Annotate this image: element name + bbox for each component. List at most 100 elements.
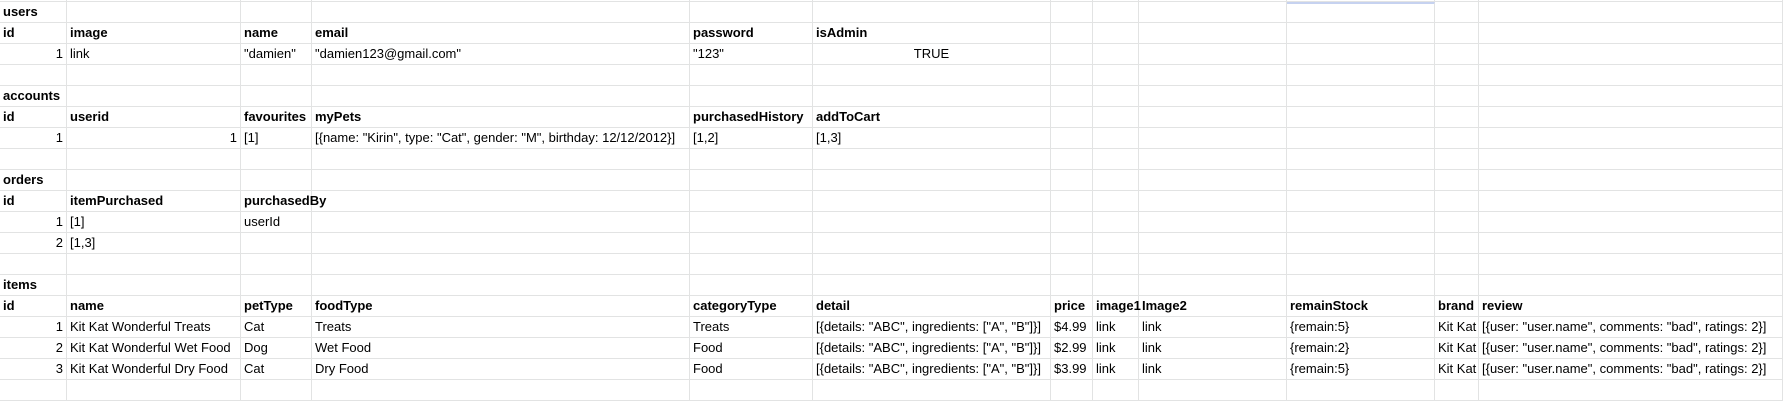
cell[interactable]: [1435, 107, 1479, 128]
cell[interactable]: [{user: "user.name", comments: "bad", ra…: [1479, 359, 1783, 380]
cell[interactable]: [0, 65, 67, 86]
cell[interactable]: [690, 191, 813, 212]
cell[interactable]: [241, 254, 312, 275]
cell[interactable]: [1287, 107, 1435, 128]
cell[interactable]: $3.99: [1051, 359, 1093, 380]
cell[interactable]: [67, 254, 241, 275]
cell[interactable]: [1139, 191, 1287, 212]
cell[interactable]: TRUE: [813, 44, 1051, 65]
cell[interactable]: Kit Kat Wonderful Wet Food: [67, 338, 241, 359]
cell[interactable]: Dog: [241, 338, 312, 359]
cell[interactable]: [67, 170, 241, 191]
cell[interactable]: [1139, 149, 1287, 170]
cell[interactable]: [690, 212, 813, 233]
cell[interactable]: [1093, 128, 1139, 149]
cell[interactable]: petType: [241, 296, 312, 317]
cell[interactable]: [241, 65, 312, 86]
cell[interactable]: remainStock: [1287, 296, 1435, 317]
cell[interactable]: orders: [0, 170, 67, 191]
cell[interactable]: link: [1093, 317, 1139, 338]
cell[interactable]: [1,3]: [67, 233, 241, 254]
cell[interactable]: [312, 65, 690, 86]
cell[interactable]: [690, 275, 813, 296]
cell[interactable]: [1479, 380, 1783, 401]
cell[interactable]: [1093, 86, 1139, 107]
cell[interactable]: [1287, 149, 1435, 170]
cell[interactable]: [1435, 86, 1479, 107]
cell[interactable]: [1287, 191, 1435, 212]
cell[interactable]: [312, 149, 690, 170]
cell[interactable]: name: [67, 296, 241, 317]
cell[interactable]: [813, 380, 1051, 401]
cell[interactable]: [67, 86, 241, 107]
cell[interactable]: users: [0, 2, 67, 23]
cell[interactable]: [67, 65, 241, 86]
cell[interactable]: [1051, 233, 1093, 254]
cell[interactable]: {remain:5}: [1287, 317, 1435, 338]
cell[interactable]: [1139, 2, 1287, 23]
cell[interactable]: Food: [690, 359, 813, 380]
cell[interactable]: [813, 2, 1051, 23]
cell[interactable]: [241, 2, 312, 23]
cell[interactable]: Kit Kat: [1435, 317, 1479, 338]
cell[interactable]: [1051, 107, 1093, 128]
cell[interactable]: [1435, 275, 1479, 296]
cell[interactable]: [690, 149, 813, 170]
cell[interactable]: [1051, 2, 1093, 23]
cell[interactable]: [241, 233, 312, 254]
cell[interactable]: [1093, 233, 1139, 254]
cell[interactable]: [1435, 149, 1479, 170]
cell[interactable]: [{details: "ABC", ingredients: ["A", "B"…: [813, 359, 1051, 380]
cell[interactable]: Cat: [241, 359, 312, 380]
cell[interactable]: [813, 86, 1051, 107]
cell[interactable]: [1093, 212, 1139, 233]
cell[interactable]: [1051, 191, 1093, 212]
cell[interactable]: "damien123@gmail.com": [312, 44, 690, 65]
cell[interactable]: [1479, 191, 1783, 212]
cell[interactable]: [1139, 254, 1287, 275]
cell[interactable]: [1139, 275, 1287, 296]
cell[interactable]: [{details: "ABC", ingredients: ["A", "B"…: [813, 338, 1051, 359]
cell[interactable]: 1: [0, 44, 67, 65]
cell[interactable]: [312, 275, 690, 296]
cell[interactable]: {remain:2}: [1287, 338, 1435, 359]
cell[interactable]: [1479, 149, 1783, 170]
cell[interactable]: [690, 65, 813, 86]
cell[interactable]: [1139, 107, 1287, 128]
cell[interactable]: Kit Kat: [1435, 338, 1479, 359]
cell[interactable]: [1479, 44, 1783, 65]
cell[interactable]: [67, 2, 241, 23]
cell[interactable]: [1435, 23, 1479, 44]
cell[interactable]: [{user: "user.name", comments: "bad", ra…: [1479, 317, 1783, 338]
cell[interactable]: [1287, 23, 1435, 44]
cell[interactable]: [1287, 44, 1435, 65]
cell[interactable]: image: [67, 23, 241, 44]
cell[interactable]: [1435, 233, 1479, 254]
cell[interactable]: link: [1139, 359, 1287, 380]
cell[interactable]: [1139, 170, 1287, 191]
cell[interactable]: [1051, 149, 1093, 170]
cell[interactable]: userid: [67, 107, 241, 128]
cell[interactable]: [1139, 212, 1287, 233]
cell[interactable]: Kit Kat Wonderful Dry Food: [67, 359, 241, 380]
cell[interactable]: [1139, 233, 1287, 254]
cell[interactable]: [1093, 149, 1139, 170]
cell[interactable]: myPets: [312, 107, 690, 128]
cell[interactable]: [690, 254, 813, 275]
cell[interactable]: [690, 380, 813, 401]
cell[interactable]: [312, 233, 690, 254]
cell[interactable]: "damien": [241, 44, 312, 65]
cell[interactable]: [1435, 191, 1479, 212]
cell[interactable]: [67, 275, 241, 296]
cell[interactable]: Dry Food: [312, 359, 690, 380]
cell[interactable]: link: [1093, 338, 1139, 359]
cell[interactable]: [0, 254, 67, 275]
cell[interactable]: Wet Food: [312, 338, 690, 359]
cell[interactable]: Kit Kat: [1435, 359, 1479, 380]
cell[interactable]: [690, 86, 813, 107]
cell[interactable]: [1287, 254, 1435, 275]
cell[interactable]: [1093, 44, 1139, 65]
selected-column-cell[interactable]: [1287, 2, 1435, 23]
cell[interactable]: [1287, 380, 1435, 401]
cell[interactable]: [690, 2, 813, 23]
